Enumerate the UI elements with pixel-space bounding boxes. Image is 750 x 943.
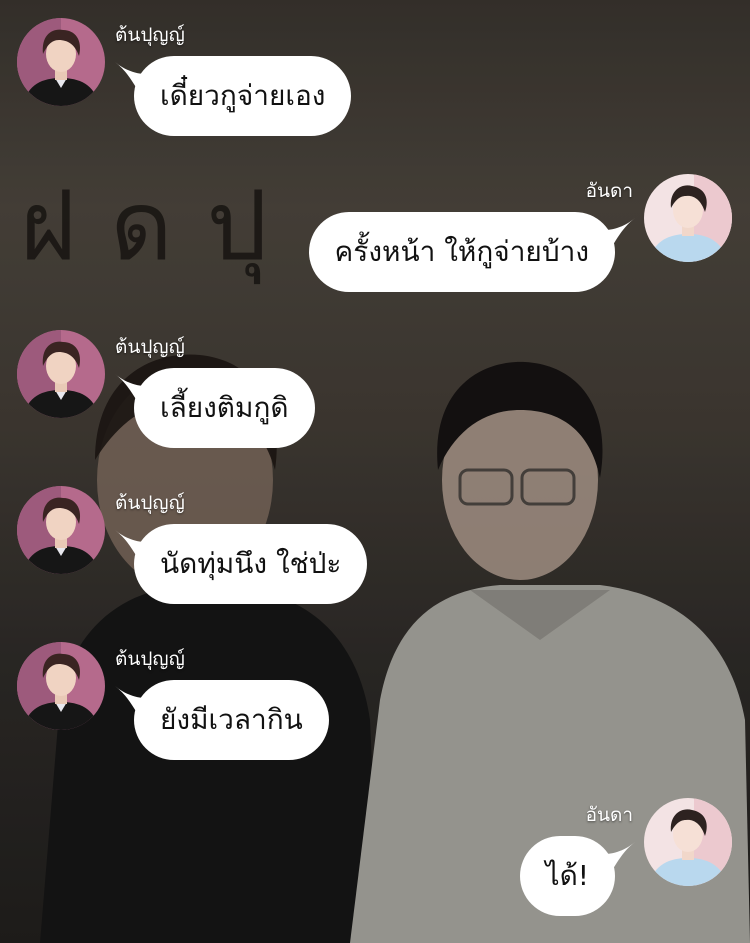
message-bubble[interactable]: ยังมีเวลากิน (134, 680, 329, 760)
boy-dark-avatar-icon (17, 642, 105, 730)
avatar[interactable] (17, 642, 105, 730)
message-bubble[interactable]: เดี๋ยวกูจ่ายเอง (134, 56, 352, 136)
avatar[interactable] (17, 486, 105, 574)
avatar[interactable] (644, 798, 732, 886)
boy-light-avatar-icon (644, 174, 732, 262)
chat-screen: ฝดปุ ต้นปุญญ์ เดี๋ยวกูจ่ายเอง อันดา ครั้… (0, 0, 750, 943)
sender-name: ต้นปุญญ์ (115, 336, 185, 358)
boy-dark-avatar-icon (17, 18, 105, 106)
sender-name: ต้นปุญญ์ (115, 24, 185, 46)
avatar[interactable] (17, 18, 105, 106)
message-bubble[interactable]: นัดทุ่มนึง ใช่ป่ะ (134, 524, 368, 604)
boy-light-avatar-icon (644, 798, 732, 886)
background-shade (0, 0, 750, 943)
avatar[interactable] (17, 330, 105, 418)
boy-dark-avatar-icon (17, 486, 105, 574)
message-bubble[interactable]: ครั้งหน้า ให้กูจ่ายบ้าง (308, 212, 615, 292)
boy-dark-avatar-icon (17, 330, 105, 418)
sender-name: อันดา (585, 180, 633, 202)
sender-name: ต้นปุญญ์ (115, 492, 185, 514)
sender-name: ต้นปุญญ์ (115, 648, 185, 670)
sender-name: อันดา (585, 804, 633, 826)
avatar[interactable] (644, 174, 732, 262)
message-bubble[interactable]: ได้! (519, 836, 615, 916)
message-bubble[interactable]: เลี้ยงติมกูดิ (134, 368, 315, 448)
